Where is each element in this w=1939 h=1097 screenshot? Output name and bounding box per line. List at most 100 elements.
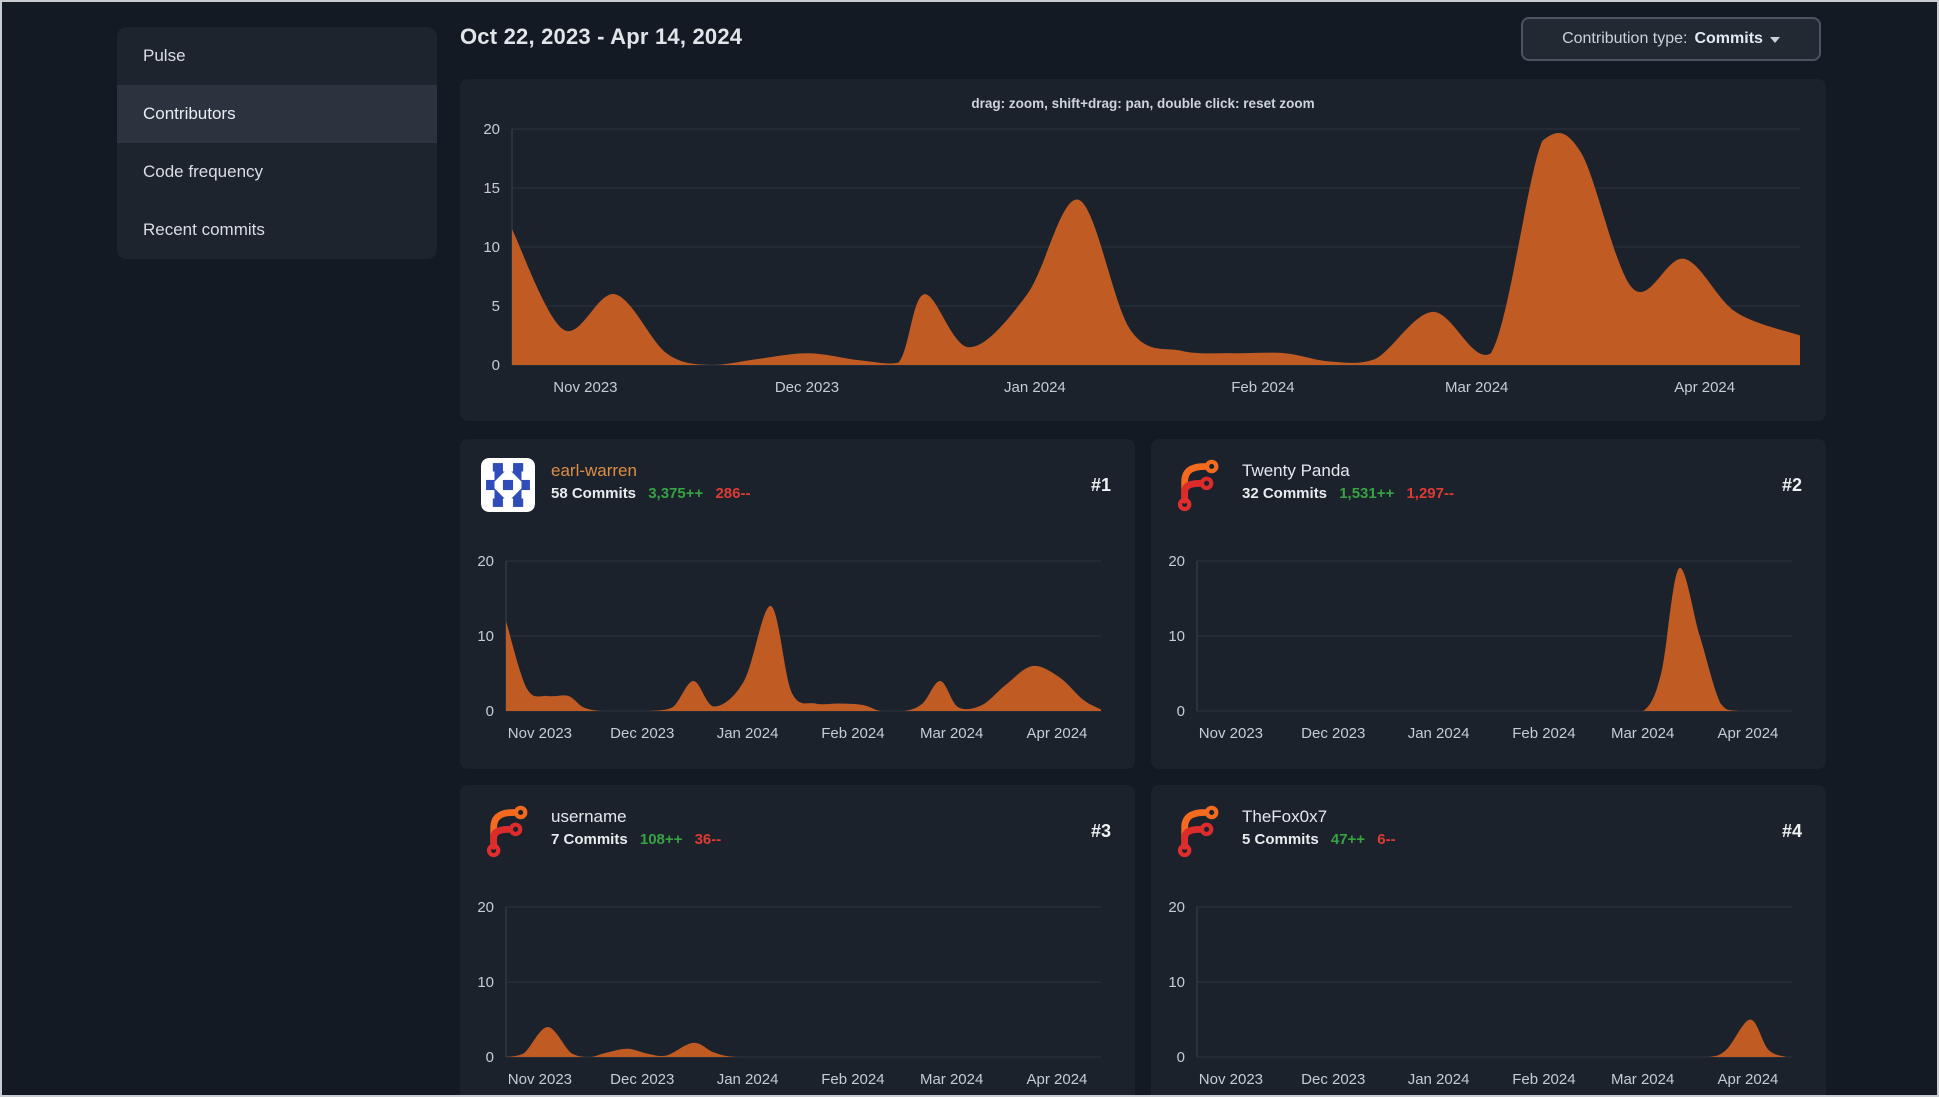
rank-badge: #1 (1090, 474, 1111, 495)
forgejo-logo-avatar (486, 805, 528, 858)
rank-badge: #2 (1781, 474, 1802, 495)
svg-text:Nov 2023: Nov 2023 (1199, 1071, 1263, 1088)
forgejo-logo-avatar (1177, 459, 1219, 512)
commit-count: 58 Commits (551, 485, 637, 503)
deletions-count: 36-- (694, 831, 722, 849)
svg-text:15: 15 (483, 180, 500, 197)
contributor-header: TheFox0x7 5 Commits 47++ 6-- #4 (1151, 785, 1826, 858)
svg-text:10: 10 (1168, 974, 1185, 991)
contributor-name: Twenty Panda (1242, 461, 1350, 480)
svg-text:Jan 2024: Jan 2024 (717, 725, 779, 742)
contributor-name: username (551, 807, 627, 826)
svg-text:20: 20 (1168, 899, 1185, 916)
contributor-card: username 7 Commits 108++ 36-- #3 0 10 20 No… (460, 785, 1135, 1095)
svg-text:Apr 2024: Apr 2024 (1674, 379, 1735, 396)
svg-text:10: 10 (477, 628, 494, 645)
svg-text:20: 20 (1168, 553, 1185, 570)
svg-text:Feb 2024: Feb 2024 (821, 725, 884, 742)
svg-text:10: 10 (483, 239, 500, 256)
svg-text:Jan 2024: Jan 2024 (1408, 1071, 1470, 1088)
additions-count: 47++ (1330, 831, 1366, 849)
svg-text:Nov 2023: Nov 2023 (508, 1071, 572, 1088)
deletions-count: 1,297-- (1406, 485, 1454, 503)
svg-text:0: 0 (1177, 703, 1185, 720)
svg-text:Jan 2024: Jan 2024 (1004, 379, 1066, 396)
svg-text:Dec 2023: Dec 2023 (1301, 1071, 1365, 1088)
sidebar-item-recent-commits[interactable]: Recent commits (117, 201, 437, 259)
contributor-area-chart[interactable]: 0 10 20 Nov 2023 Dec 2023 Jan 2024 Feb 2024 Mar… (1151, 525, 1826, 769)
commit-count: 7 Commits (551, 831, 628, 849)
sidebar-item-code-frequency[interactable]: Code frequency (117, 143, 437, 201)
svg-text:20: 20 (477, 899, 494, 916)
svg-text:Mar 2024: Mar 2024 (1445, 379, 1508, 396)
svg-text:Apr 2024: Apr 2024 (1027, 1071, 1088, 1088)
contributor-header: earl-warren 58 Commits 3,375++ 286-- #1 (460, 439, 1135, 512)
commit-count: 5 Commits (1242, 831, 1319, 849)
contributor-stats: 32 Commits 1,531++ 1,297-- (1242, 485, 1454, 502)
svg-text:0: 0 (486, 1049, 494, 1066)
svg-text:Nov 2023: Nov 2023 (1199, 725, 1263, 742)
svg-text:10: 10 (1168, 628, 1185, 645)
svg-text:0: 0 (492, 357, 500, 374)
svg-text:Dec 2023: Dec 2023 (610, 725, 674, 742)
svg-text:0: 0 (486, 703, 494, 720)
contributor-stats: 58 Commits 3,375++ 286-- (551, 485, 750, 502)
svg-text:Feb 2024: Feb 2024 (821, 1071, 884, 1088)
svg-text:Mar 2024: Mar 2024 (1611, 725, 1674, 742)
contributor-header: Twenty Panda 32 Commits 1,531++ 1,297-- … (1151, 439, 1826, 512)
overall-activity-area-chart[interactable]: 0 5 10 15 20 Nov 2023 Dec 2023 Jan 2024 Feb 2024… (460, 115, 1826, 421)
contributor-card: earl-warren 58 Commits 3,375++ 286-- #1 … (460, 439, 1135, 769)
contribution-type-label: Contribution type: (1562, 30, 1688, 47)
svg-text:Nov 2023: Nov 2023 (553, 379, 617, 396)
svg-text:5: 5 (492, 298, 500, 315)
svg-text:0: 0 (1177, 1049, 1185, 1066)
contributor-area-chart[interactable]: 0 10 20 Nov 2023 Dec 2023 Jan 2024 Feb 2024 Mar… (1151, 871, 1826, 1095)
sidebar-item-pulse[interactable]: Pulse (117, 27, 437, 85)
contribution-type-dropdown[interactable]: Contribution type: Commits (1521, 17, 1821, 61)
svg-text:Dec 2023: Dec 2023 (610, 1071, 674, 1088)
additions-count: 3,375++ (648, 485, 704, 503)
svg-text:Feb 2024: Feb 2024 (1512, 1071, 1575, 1088)
svg-text:Nov 2023: Nov 2023 (508, 725, 572, 742)
contributor-card: Twenty Panda 32 Commits 1,531++ 1,297-- … (1151, 439, 1826, 769)
svg-text:Mar 2024: Mar 2024 (1611, 1071, 1674, 1088)
svg-text:Feb 2024: Feb 2024 (1512, 725, 1575, 742)
contributor-area-chart[interactable]: 0 10 20 Nov 2023 Dec 2023 Jan 2024 Feb 2024 Mar… (460, 525, 1135, 769)
commit-count: 32 Commits (1242, 485, 1328, 503)
contributor-area-chart[interactable]: 0 10 20 Nov 2023 Dec 2023 Jan 2024 Feb 2024 Mar… (460, 871, 1135, 1095)
deletions-count: 6-- (1377, 831, 1396, 849)
forgejo-logo-avatar (1177, 805, 1219, 858)
contributors-page: Pulse Contributors Code frequency Recent… (0, 0, 1939, 1097)
svg-text:20: 20 (483, 121, 500, 138)
svg-text:Mar 2024: Mar 2024 (920, 725, 983, 742)
date-range-title: Oct 22, 2023 - Apr 14, 2024 (460, 24, 743, 49)
svg-text:Apr 2024: Apr 2024 (1718, 725, 1779, 742)
rank-badge: #3 (1090, 820, 1111, 841)
svg-text:Feb 2024: Feb 2024 (1231, 379, 1294, 396)
contributor-stats: 7 Commits 108++ 36-- (551, 831, 721, 848)
additions-count: 1,531++ (1339, 485, 1395, 503)
svg-text:Apr 2024: Apr 2024 (1718, 1071, 1779, 1088)
identicon-avatar (481, 458, 535, 512)
svg-text:Mar 2024: Mar 2024 (920, 1071, 983, 1088)
chart-zoom-hint: drag: zoom, shift+drag: pan, double clic… (971, 96, 1315, 111)
svg-text:10: 10 (477, 974, 494, 991)
overall-activity-card: drag: zoom, shift+drag: pan, double clic… (460, 79, 1826, 421)
deletions-count: 286-- (715, 485, 751, 503)
svg-text:Jan 2024: Jan 2024 (1408, 725, 1470, 742)
contributor-card: TheFox0x7 5 Commits 47++ 6-- #4 0 10 20 Nov… (1151, 785, 1826, 1095)
svg-text:Apr 2024: Apr 2024 (1027, 725, 1088, 742)
additions-count: 108++ (639, 831, 683, 849)
chevron-down-icon (1769, 37, 1780, 43)
contribution-type-value: Commits (1694, 30, 1763, 47)
contributor-stats: 5 Commits 47++ 6-- (1242, 831, 1396, 848)
svg-text:Jan 2024: Jan 2024 (717, 1071, 779, 1088)
contributor-name: TheFox0x7 (1242, 807, 1328, 826)
contributor-header: username 7 Commits 108++ 36-- #3 (460, 785, 1135, 858)
svg-text:Dec 2023: Dec 2023 (775, 379, 839, 396)
svg-text:20: 20 (477, 553, 494, 570)
sidebar-item-contributors[interactable]: Contributors (117, 85, 437, 143)
contributor-name-link[interactable]: earl-warren (551, 460, 750, 481)
rank-badge: #4 (1781, 820, 1802, 841)
svg-text:Dec 2023: Dec 2023 (1301, 725, 1365, 742)
